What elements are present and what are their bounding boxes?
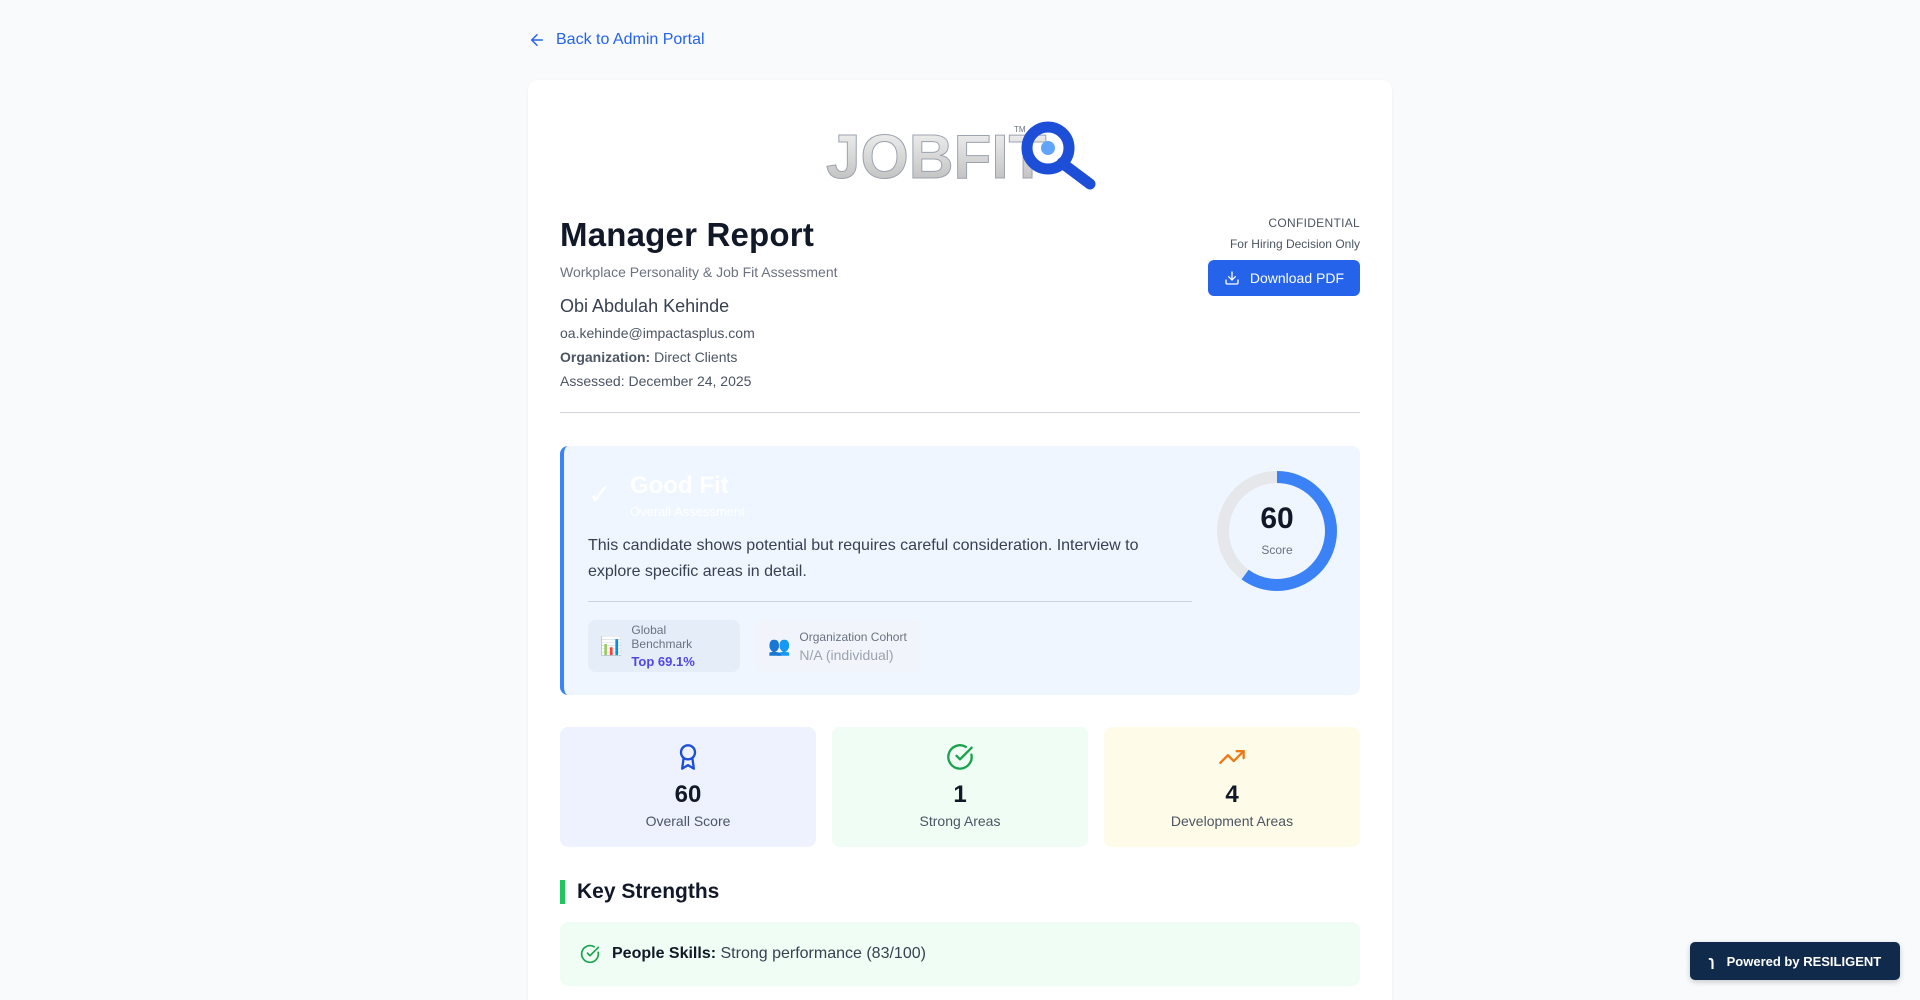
- stat-overall-score: 60 Overall Score: [560, 727, 816, 847]
- fit-divider: [588, 601, 1192, 602]
- organization-label: Organization:: [560, 349, 651, 365]
- global-benchmark: 📊 Global Benchmark Top 69.1%: [588, 620, 740, 672]
- stat-strong-areas: 1 Strong Areas: [832, 727, 1088, 847]
- cohort-value: N/A (individual): [799, 646, 894, 663]
- stat-label: Strong Areas: [919, 813, 1001, 829]
- back-to-admin-link[interactable]: Back to Admin Portal: [528, 31, 705, 49]
- people-icon: 👥: [768, 635, 791, 656]
- candidate-name: Obi Abdulah Kehinde: [560, 296, 730, 316]
- strength-item: People Skills: Strong performance (83/10…: [560, 922, 1360, 986]
- arrow-left-icon: [531, 34, 543, 46]
- svg-text:TM: TM: [1014, 125, 1026, 134]
- powered-by-badge[interactable]: ɿ Powered by RESILIGENT: [1690, 942, 1900, 980]
- candidate-organization: Organization: Direct Clients: [560, 349, 838, 365]
- checkmark-icon: ✓: [588, 479, 612, 510]
- candidate-email: oa.kehinde@impactasplus.com: [560, 325, 755, 341]
- header-divider: [560, 412, 1360, 413]
- download-icon: [1225, 271, 1239, 285]
- stat-development-areas: 4 Development Areas: [1104, 727, 1360, 847]
- fit-summary: ✓ Good Fit Overall Assessment This candi…: [560, 446, 1360, 695]
- assessed-date: Assessed: December 24, 2025: [560, 373, 752, 389]
- score-value: 60: [1260, 502, 1294, 535]
- cohort-label: Organization Cohort: [799, 629, 907, 644]
- strength-name: People Skills:: [612, 945, 717, 962]
- confidential-sub: For Hiring Decision Only: [1229, 237, 1360, 251]
- report-subtitle: Workplace Personality & Job Fit Assessme…: [560, 264, 838, 280]
- resiligent-logo-icon: ɿ: [1708, 952, 1715, 970]
- benchmark-label: Global Benchmark: [631, 623, 693, 651]
- stat-value: 1: [953, 781, 967, 808]
- organization-cohort: 👥 Organization Cohort N/A (individual): [756, 620, 921, 672]
- jobfit-logo: JOBFIT TM: [826, 121, 1096, 190]
- check-circle-icon: [580, 944, 600, 964]
- key-strengths-title: Key Strengths: [560, 880, 719, 904]
- fit-subtitle: Overall Assessment: [630, 504, 745, 519]
- download-pdf-label: Download PDF: [1249, 270, 1344, 286]
- benchmark-value: Top 69.1%: [631, 654, 695, 669]
- back-link-label: Back to Admin Portal: [556, 31, 705, 48]
- organization-value: Direct Clients: [654, 349, 738, 365]
- stat-label: Overall Score: [645, 813, 731, 829]
- award-icon: [679, 744, 697, 770]
- check-circle-icon: [947, 744, 973, 770]
- report-card: JOBFIT TM Manager Report Workplace Perso…: [528, 80, 1392, 1000]
- download-pdf-button[interactable]: Download PDF: [1207, 260, 1360, 296]
- page-title: Manager Report: [560, 216, 815, 253]
- score-label: Score: [1261, 543, 1293, 557]
- report-actions: CONFIDENTIAL For Hiring Decision Only Do…: [1207, 216, 1360, 296]
- stat-value: 4: [1225, 781, 1239, 808]
- strength-text: Strong performance (83/100): [720, 945, 926, 962]
- stat-value: 60: [674, 781, 702, 808]
- trending-up-icon: [1219, 750, 1245, 764]
- fit-title: Good Fit: [630, 472, 729, 499]
- fit-description: This candidate shows potential but requi…: [588, 537, 1139, 580]
- bar-chart-icon: 📊: [600, 635, 623, 656]
- stat-label: Development Areas: [1170, 813, 1294, 829]
- confidential-label: CONFIDENTIAL: [1268, 216, 1360, 230]
- powered-by-label: Powered by RESILIGENT: [1726, 953, 1882, 969]
- report-header: Manager Report Workplace Personality & J…: [560, 216, 838, 389]
